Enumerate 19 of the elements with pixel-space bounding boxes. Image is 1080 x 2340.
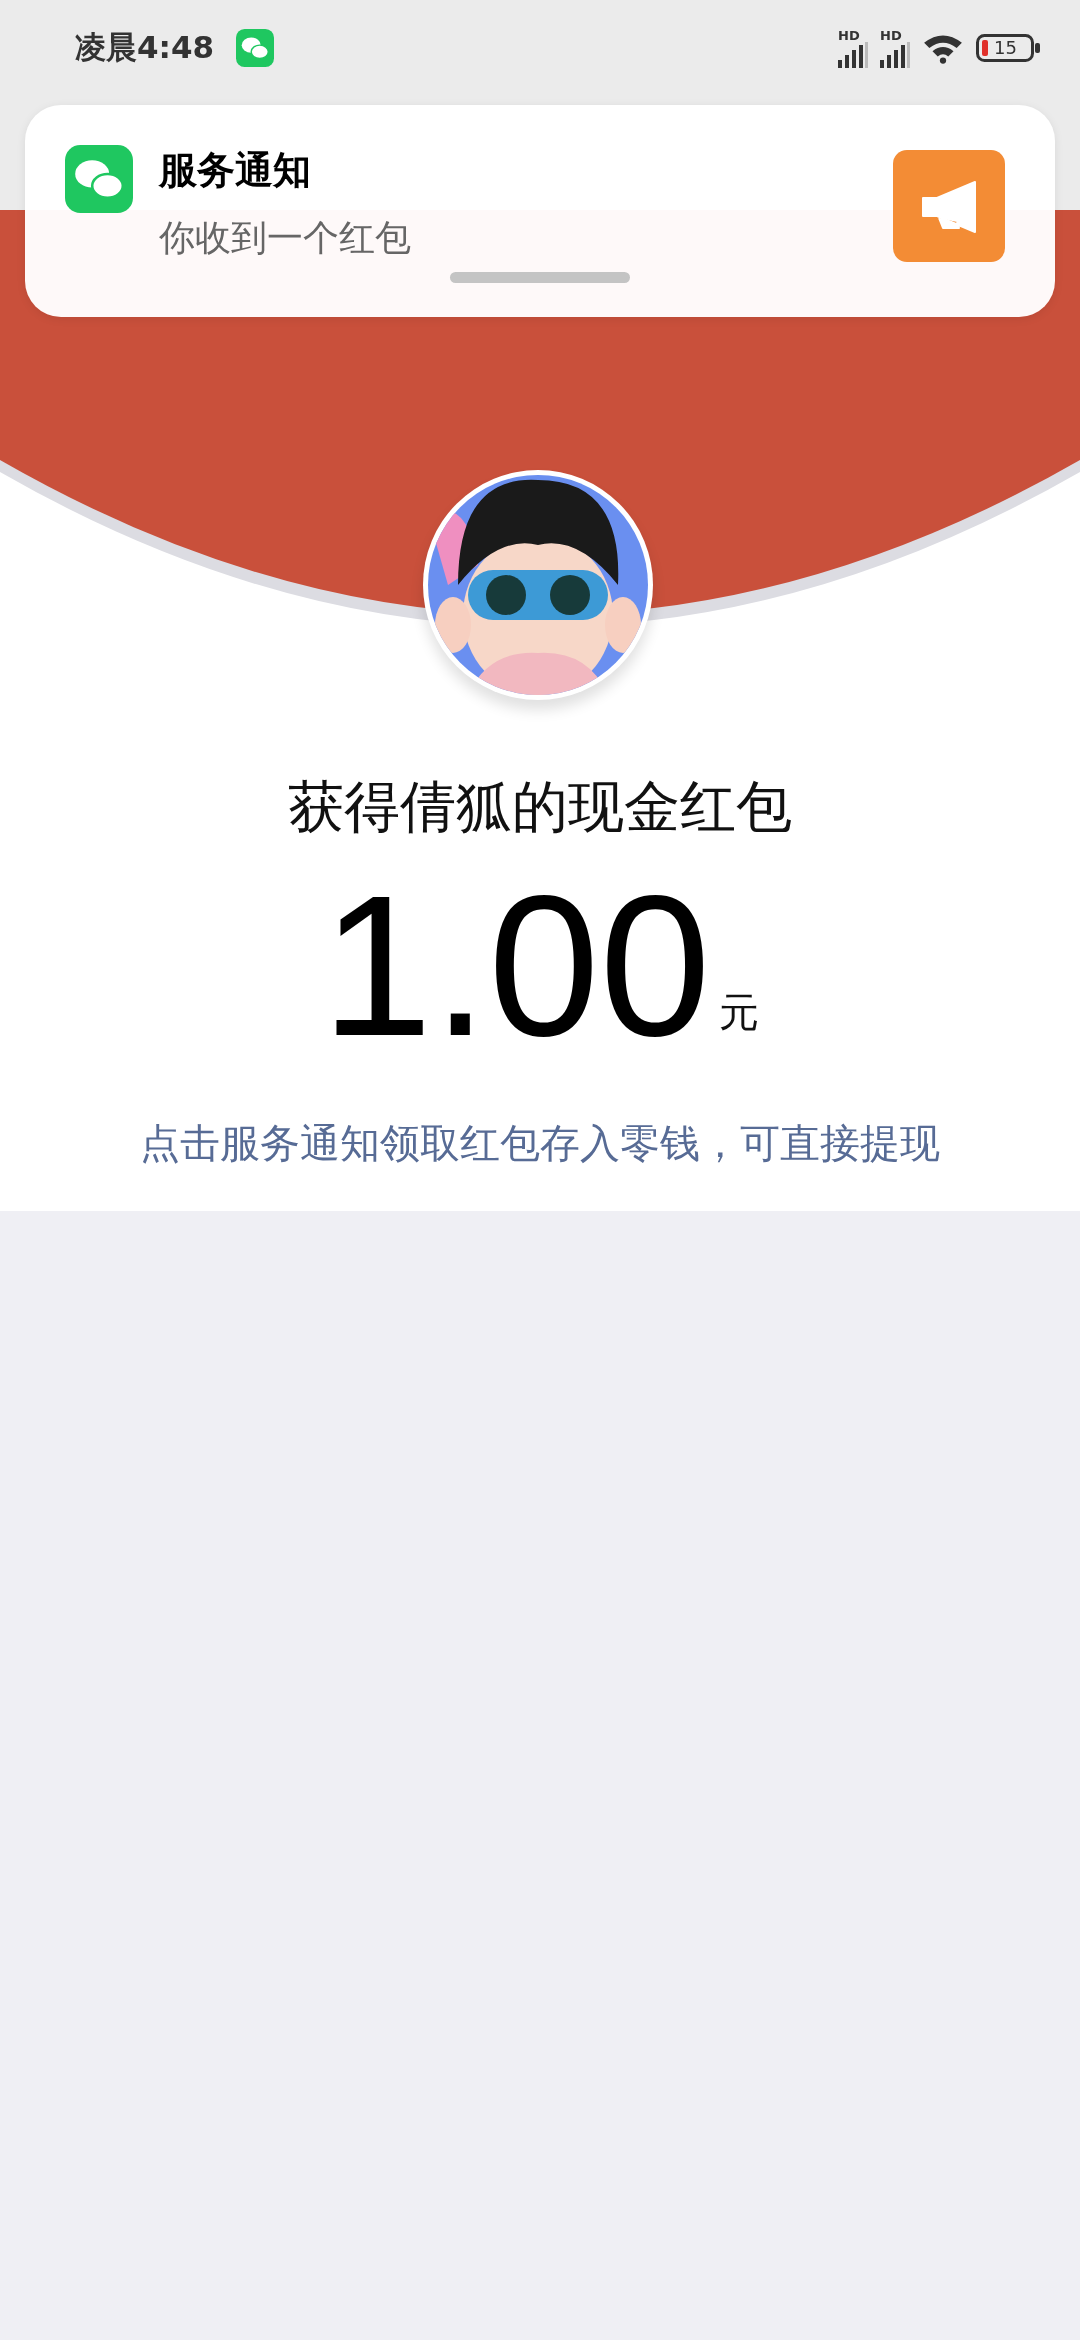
packet-title: 获得倩狐的现金红包 xyxy=(288,773,792,841)
chat-app-icon xyxy=(65,145,133,213)
amount: 1.00 xyxy=(321,866,711,1066)
wifi-icon xyxy=(922,32,964,64)
megaphone-icon xyxy=(893,150,1005,262)
network-label: HD xyxy=(880,28,902,42)
claim-hint-link[interactable]: 点击服务通知领取红包存入零钱，可直接提现 xyxy=(140,1116,940,1171)
currency-unit: 元 xyxy=(718,988,759,1037)
notification-message: 你收到一个红包 xyxy=(159,216,412,260)
signal-icon xyxy=(838,41,868,68)
chat-app-icon xyxy=(236,29,275,67)
battery-icon xyxy=(976,34,1040,62)
drag-handle[interactable] xyxy=(450,272,630,283)
network-label: HD xyxy=(838,28,860,42)
signal-icon xyxy=(880,41,910,68)
clock: 凌晨4:48 xyxy=(75,28,215,67)
notification-banner[interactable]: 服务通知 你收到一个红包 xyxy=(25,105,1055,317)
battery-percent: 15 xyxy=(994,37,1017,59)
notification-title: 服务通知 xyxy=(159,147,312,194)
